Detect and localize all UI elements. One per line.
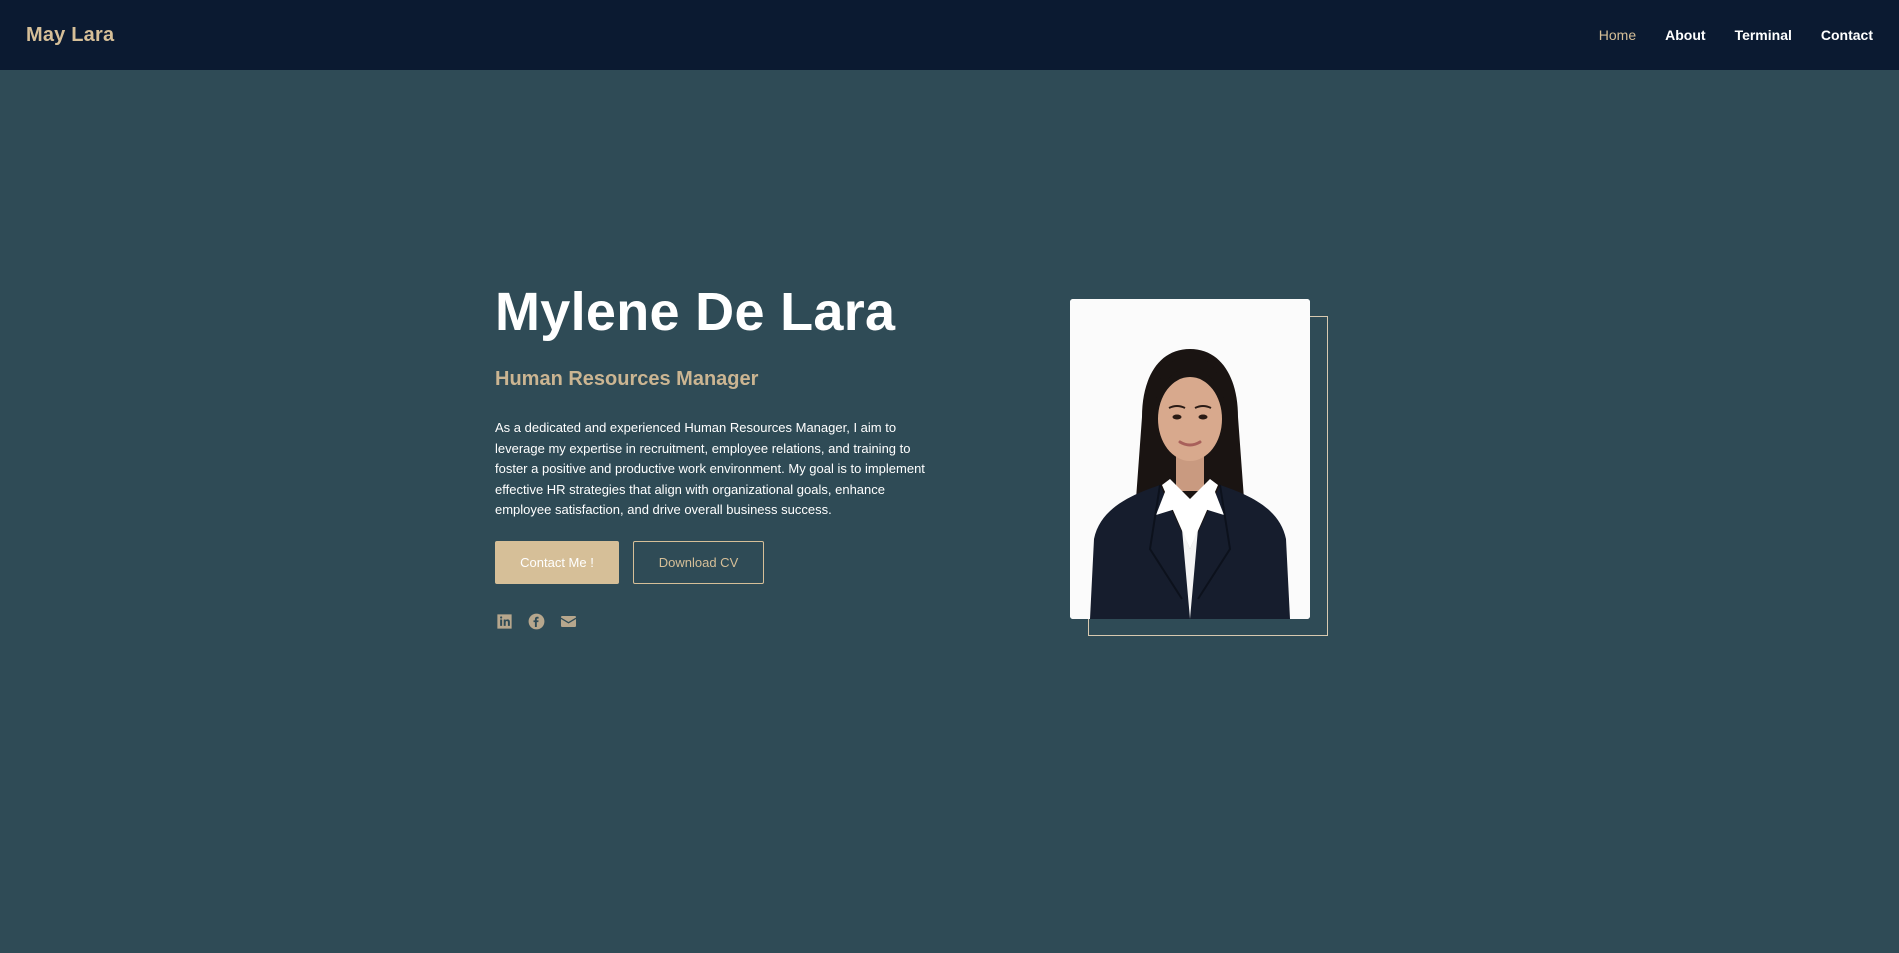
social-links [495,612,945,631]
hero-buttons: Contact Me ! Download CV [495,540,945,584]
nav-link-terminal[interactable]: Terminal [1735,27,1792,43]
hero-section: Mylene De Lara Human Resources Manager A… [495,280,945,631]
email-icon[interactable] [559,612,578,631]
contact-me-button[interactable]: Contact Me ! [495,540,619,584]
profile-photo [1070,299,1310,619]
hero-role: Human Resources Manager [495,368,759,390]
nav-link-home[interactable]: Home [1599,27,1636,43]
hero-description: As a dedicated and experienced Human Res… [495,420,925,517]
nav-links: Home About Terminal Contact [1599,27,1873,43]
hero-name: Mylene De Lara [495,282,896,342]
nav-link-contact[interactable]: Contact [1821,27,1873,43]
linkedin-icon[interactable] [495,612,514,631]
download-cv-button[interactable]: Download CV [633,540,764,584]
page: May Lara Home About Terminal Contact Myl… [0,0,1899,953]
nav-link-about[interactable]: About [1665,27,1705,43]
profile-photo-container [1070,299,1328,637]
brand-logo-link[interactable]: May Lara [26,24,114,47]
facebook-icon[interactable] [527,612,546,631]
navbar: May Lara Home About Terminal Contact [0,0,1899,70]
